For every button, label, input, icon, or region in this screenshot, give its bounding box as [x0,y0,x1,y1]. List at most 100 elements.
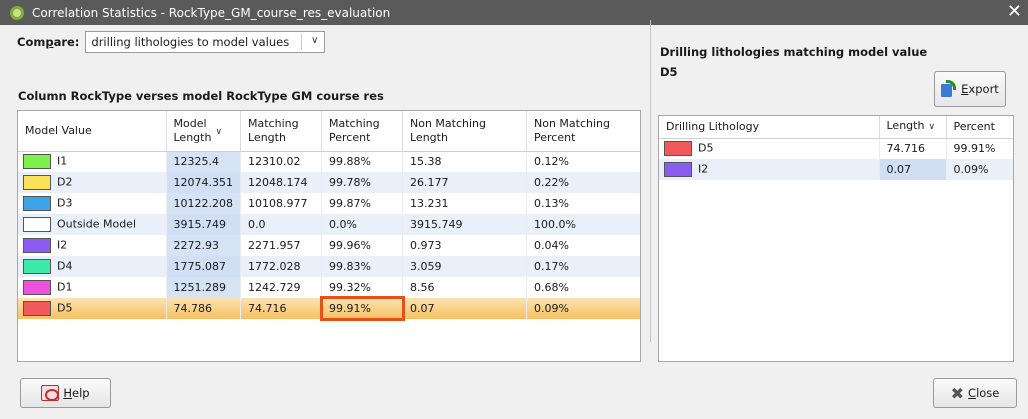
cell-drilling-lithology: I2 [659,159,880,180]
header-matching-percent[interactable]: Matching Percent [321,111,403,152]
cell-non-matching-length: 15.38 [402,151,527,172]
cell-matching-length: 74.716 [240,298,322,319]
table-row[interactable]: D2 12074.351 12048.174 99.78% 26.177 0.22% [18,172,640,193]
table-row[interactable]: I2 0.07 0.09% [659,159,1013,180]
close-icon: ✖ [950,383,965,403]
cell-model-value: Outside Model [18,214,167,235]
cell-matching-percent: 99.91% [319,296,405,321]
cell-model-length: 1775.087 [166,256,241,277]
cell-percent: 0.09% [946,159,1013,180]
color-swatch[interactable] [23,196,51,211]
cell-model-value: I1 [18,151,167,172]
export-button[interactable]: Export [934,71,1006,107]
right-panel-title: Drilling lithologies matching model valu… [660,45,928,79]
cell-non-matching-length: 3915.749 [402,214,527,235]
cell-matching-length: 10108.977 [240,193,322,214]
cell-model-value: I2 [18,235,167,256]
header-drilling-lithology[interactable]: Drilling Lithology [659,116,880,139]
cell-model-length: 12325.4 [166,151,241,172]
cell-non-matching-percent: 0.68% [534,281,569,294]
table-row[interactable]: D3 10122.208 10108.977 99.87% 13.231 0.13% [18,193,640,214]
cell-matching-percent: 0.0% [321,214,403,235]
header-matching-length[interactable]: Matching Length [240,111,322,152]
cell-model-value: D2 [18,172,167,193]
cell-non-matching-percent: 0.04% [534,239,569,252]
table-row[interactable]: I1 12325.4 12310.02 99.88% 15.38 0.12% [18,151,640,172]
cell-model-length: 2272.93 [166,235,241,256]
cell-length: 74.716 [879,138,947,159]
cell-model-value: D4 [18,256,167,277]
cell-non-matching-length: 26.177 [402,172,527,193]
cell-model-length: 10122.208 [166,193,241,214]
header-length[interactable]: Length ∨ [879,116,947,139]
color-swatch[interactable] [23,217,51,232]
cell-non-matching-percent: 0.12% [534,155,569,169]
export-icon [941,80,957,98]
cell-model-length: 1251.289 [166,277,241,298]
cell-model-value: D1 [18,277,167,298]
cell-matching-length: 12310.02 [240,151,322,172]
compare-selected-value: drilling lithologies to model values [91,35,290,49]
table-row[interactable]: D5 74.786 74.716 99.91% 0.07 0.09% [18,296,640,321]
color-swatch[interactable] [23,301,51,316]
chevron-down-icon: ∨ [311,35,319,46]
close-button[interactable]: ✖ Close [933,378,1017,408]
cell-model-value: D3 [18,193,167,214]
header-percent[interactable]: Percent [946,116,1013,139]
cell-drilling-lithology: D5 [659,138,880,159]
compare-dropdown[interactable]: drilling lithologies to model values ∨ [85,31,326,53]
cell-non-matching-length: 3.059 [402,256,527,277]
left-table-title: Column RockType verses model RockType GM… [18,89,384,103]
cell-model-length: 74.786 [166,298,241,319]
cell-matching-length: 1772.028 [240,256,322,277]
cell-model-length: 12074.351 [166,172,241,193]
window-title: Correlation Statistics - RockType_GM_cou… [32,5,391,20]
color-swatch[interactable] [23,175,51,190]
cell-matching-percent: 99.83% [321,256,403,277]
cell-model-length: 3915.749 [166,214,241,235]
color-swatch[interactable] [664,162,692,177]
cell-matching-length: 2271.957 [240,235,322,256]
color-swatch[interactable] [23,280,51,295]
header-model-length[interactable]: Model Length ∨ [166,111,241,152]
table-row[interactable]: Outside Model 3915.749 0.0 0.0% 3915.749 100.… [18,214,640,235]
table-row[interactable]: I2 2272.93 2271.957 99.96% 0.973 0.04% [18,235,640,256]
cell-matching-percent: 99.87% [321,193,403,214]
color-swatch[interactable] [664,141,692,157]
cell-percent: 99.91% [953,142,996,156]
cell-non-matching-percent: 100.0% [526,214,640,235]
color-swatch[interactable] [23,154,51,170]
cell-non-matching-percent: 0.22% [526,172,640,193]
drilling-lithology-table: Drilling Lithology Length ∨ Percent D5 74.… [658,115,1014,362]
color-swatch[interactable] [23,238,51,253]
color-swatch[interactable] [23,259,51,274]
cell-non-matching-length: 13.231 [402,193,527,214]
cell-matching-length: 1242.729 [240,277,322,298]
help-icon [41,385,60,401]
cell-non-matching-length: 8.56 [402,277,527,298]
app-icon [10,5,24,20]
cell-non-matching-length: 0.973 [402,235,527,256]
help-button[interactable]: Help [20,378,111,408]
header-non-matching-length[interactable]: Non Matching Length [402,111,527,152]
cell-non-matching-percent: 0.17% [526,256,640,277]
header-model-value[interactable]: Model Value [18,111,167,152]
sort-descending-icon: ∨ [215,126,223,137]
cell-non-matching-percent: 0.09% [526,298,640,319]
window-close-icon[interactable]: ✕ [1007,1,1022,22]
cell-non-matching-percent: 0.13% [534,197,569,210]
cell-model-value: D5 [18,298,167,319]
model-value-table: Model Value Model Length ∨ Matching Lengt… [17,110,641,362]
sort-descending-icon: ∨ [928,122,936,133]
compare-row: Compare: drilling lithologies to model v… [17,31,326,53]
compare-label: Compare: [17,35,80,49]
cell-non-matching-length: 0.07 [402,298,527,319]
header-non-matching-percent[interactable]: Non Matching Percent [526,111,640,152]
cell-matching-length: 12048.174 [240,172,322,193]
table-row[interactable]: D1 1251.289 1242.729 99.32% 8.56 0.68% [18,277,640,298]
cell-matching-percent: 99.96% [321,235,403,256]
cell-length: 0.07 [879,159,947,180]
table-row[interactable]: D4 1775.087 1772.028 99.83% 3.059 0.17% [18,256,640,277]
cell-matching-percent: 99.78% [321,172,403,193]
table-row[interactable]: D5 74.716 99.91% [659,138,1013,159]
